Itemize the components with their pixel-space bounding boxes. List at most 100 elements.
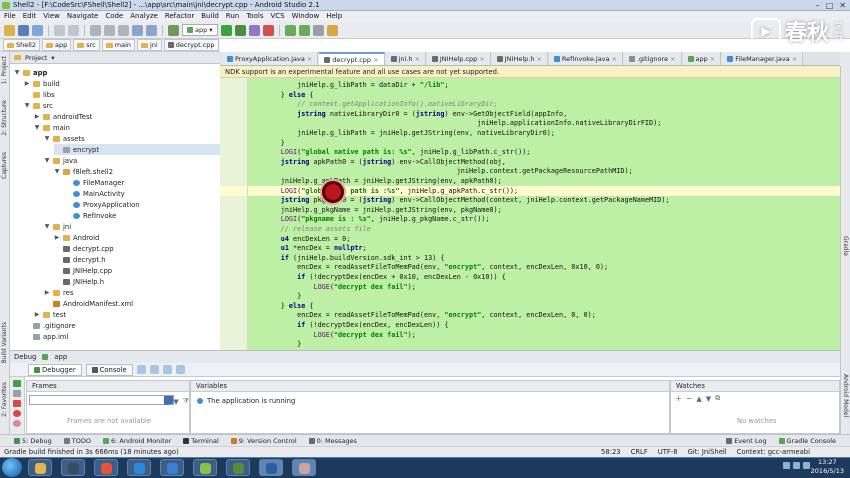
tab-jnihelp-h[interactable]: JNIHelp.h ×: [491, 52, 548, 65]
filter-icon[interactable]: ⧩: [183, 397, 189, 406]
code-line[interactable]: LOGE("decrypt dex fail");: [248, 282, 415, 292]
find-icon[interactable]: [132, 24, 143, 36]
close-icon[interactable]: ×: [536, 55, 541, 63]
arrow-down-icon[interactable]: ▼: [173, 398, 178, 406]
code-line[interactable]: if (!decryptDex(encDex + 0x10, encDexLen…: [248, 272, 506, 282]
resume-icon[interactable]: [13, 380, 21, 387]
code-line[interactable]: jniHelp.g_libPath = jniHelp.getJString(e…: [248, 128, 555, 138]
arrow-up-icon[interactable]: ▲: [164, 398, 169, 406]
menu-vcs[interactable]: VCS: [270, 11, 284, 22]
tree-item-decrypt-cpp[interactable]: decrypt.cpp: [54, 243, 114, 254]
volume-icon[interactable]: [793, 462, 800, 469]
tab-filemanager-java[interactable]: FileManager.java ×: [722, 52, 804, 65]
close-icon[interactable]: ×: [792, 55, 797, 63]
code-line[interactable]: jniHelp.context.getPackageResourcePathMI…: [248, 166, 633, 176]
save-icon[interactable]: [18, 24, 29, 36]
tab-console[interactable]: Console: [85, 363, 133, 376]
tab-app[interactable]: app ×: [682, 52, 722, 65]
code-line[interactable]: LOGI("pkgname is : %s", jniHelp.g_pkgNam…: [248, 214, 490, 224]
sidebar-favorites-tab[interactable]: 2: Favorites: [1, 382, 8, 417]
add-watch-icon[interactable]: +: [675, 394, 682, 403]
maximize-icon[interactable]: □: [826, 0, 834, 11]
collapse-arrow-icon[interactable]: ▶: [44, 289, 50, 296]
expand-arrow-icon[interactable]: ▼: [54, 168, 60, 175]
breadcrumb-item[interactable]: jni: [137, 39, 162, 51]
expand-arrow-icon[interactable]: ▼: [44, 135, 50, 142]
view-breakpoints-icon[interactable]: [13, 410, 21, 417]
sdk-manager-icon[interactable]: [298, 24, 310, 36]
taskbar-qq-icon[interactable]: [127, 459, 151, 476]
breadcrumb-item[interactable]: Shell2: [3, 39, 40, 51]
close-icon[interactable]: ×: [307, 55, 312, 63]
menu-tools[interactable]: Tools: [246, 11, 263, 22]
cut-icon[interactable]: [90, 24, 101, 36]
android-device-monitor-icon[interactable]: [312, 24, 324, 36]
menu-code[interactable]: Code: [105, 11, 123, 22]
taskbar-chrome-icon[interactable]: [94, 459, 118, 476]
expand-arrow-icon[interactable]: ▼: [14, 69, 20, 76]
stop-icon[interactable]: [13, 400, 21, 407]
minimize-icon[interactable]: –: [816, 0, 820, 11]
code-line[interactable]: jniHelp.g_apkPath = jniHelp.getJString(e…: [248, 176, 502, 186]
toolwindow-9-version-control[interactable]: 9: Version Control: [230, 437, 297, 445]
stop-icon[interactable]: [262, 24, 274, 36]
code-line[interactable]: u1 *encDex = nullptr;: [248, 243, 367, 253]
step-out-icon[interactable]: [175, 365, 185, 374]
sidebar-structure-tab[interactable]: 2: Structure: [1, 100, 8, 136]
expand-arrow-icon[interactable]: ▼: [24, 102, 30, 109]
code-line[interactable]: jstring apkPath0 = (jstring) env->CallOb…: [248, 157, 506, 167]
toolwindow-terminal[interactable]: Terminal: [183, 437, 219, 445]
menu-navigate[interactable]: Navigate: [67, 11, 98, 22]
toolwindow-5-debug[interactable]: 5: Debug: [14, 437, 52, 445]
code-line[interactable]: jniHelp.g_libPath = dataDir + "/lib";: [248, 80, 448, 90]
collapse-arrow-icon[interactable]: ▶: [54, 234, 60, 241]
code-line[interactable]: if (jniHelp.buildVersion.sdk_int > 13) {: [248, 253, 445, 263]
project-panel-title[interactable]: Project: [25, 54, 47, 62]
arrow-up-icon[interactable]: ▲: [696, 395, 701, 403]
menu-analyze[interactable]: Analyze: [130, 11, 158, 22]
tree-item-assets[interactable]: ▼ assets: [44, 133, 85, 144]
expand-arrow-icon[interactable]: ▼: [34, 124, 40, 131]
chevron-down-icon[interactable]: ▾: [51, 54, 54, 62]
tree-item-refinvoke[interactable]: RefInvoke: [64, 210, 116, 221]
tree-item-test[interactable]: ▶ test: [34, 309, 66, 320]
toolwindow-todo[interactable]: TODO: [63, 437, 91, 445]
taskbar-media-icon[interactable]: [226, 459, 250, 476]
taskbar-clock[interactable]: 13:27 2016/5/13: [811, 458, 844, 476]
code-line[interactable]: jniHelp.applicationInfo.nativeLibraryDir…: [248, 118, 661, 128]
tab-jni-h[interactable]: jni.h ×: [385, 52, 426, 65]
step-over-icon[interactable]: [149, 365, 159, 374]
arrow-down-icon[interactable]: ▼: [706, 395, 711, 403]
help-icon[interactable]: [326, 24, 338, 36]
tree-item-jnihelp-cpp[interactable]: JNIHelp.cpp: [54, 265, 112, 276]
sidebar-build-variants-tab[interactable]: Build Variants: [1, 322, 8, 363]
tree-item-jnihelp-h[interactable]: JNIHelp.h: [54, 276, 104, 287]
tree-item-mainactivity[interactable]: MainActivity: [64, 188, 125, 199]
tab-decrypt-cpp[interactable]: decrypt.cpp ×: [319, 52, 385, 65]
restore-layout-icon[interactable]: [136, 365, 146, 374]
editor-gutter[interactable]: [220, 78, 248, 350]
expand-arrow-icon[interactable]: ▼: [44, 223, 50, 230]
tree-item-encrypt[interactable]: encrypt: [54, 144, 220, 155]
sync-icon[interactable]: [32, 24, 43, 36]
close-icon[interactable]: ×: [710, 55, 715, 63]
menu-view[interactable]: View: [43, 11, 60, 22]
tab-proxyapplication-java[interactable]: ProxyApplication.java ×: [222, 52, 319, 65]
pause-icon[interactable]: [13, 390, 21, 397]
close-icon[interactable]: ×: [612, 55, 617, 63]
close-icon[interactable]: ✕: [839, 0, 846, 11]
network-icon[interactable]: [783, 462, 790, 469]
tree-item-proxyapplication[interactable]: ProxyApplication: [64, 199, 140, 210]
code-line[interactable]: }: [248, 138, 285, 148]
copy-watch-icon[interactable]: ⧉: [715, 394, 720, 403]
code-line[interactable]: } else {: [248, 301, 314, 311]
code-line[interactable]: jstring nativeLibraryDir0 = (jstring) en…: [248, 109, 567, 119]
tab--gitignore[interactable]: .gitignore ×: [623, 52, 682, 65]
collapse-arrow-icon[interactable]: ▶: [34, 113, 40, 120]
taskbar-ps-icon[interactable]: [259, 459, 283, 476]
redo-icon[interactable]: [68, 24, 79, 36]
code-line[interactable]: }: [248, 339, 301, 349]
code-line[interactable]: }: [248, 291, 301, 301]
tree-item-androidtest[interactable]: ▶ androidTest: [34, 111, 93, 122]
code-line[interactable]: // release assets file: [248, 224, 371, 234]
